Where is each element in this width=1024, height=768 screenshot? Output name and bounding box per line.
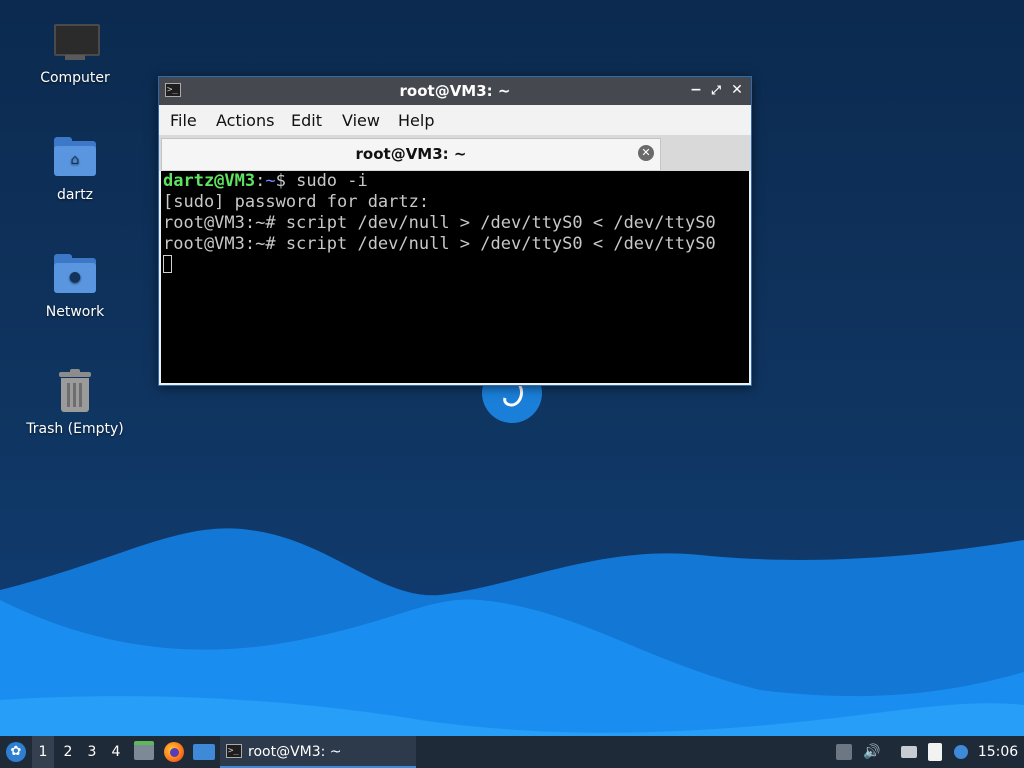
terminal-line: root@VM3:~# script /dev/null > /dev/ttyS…	[163, 213, 716, 233]
terminal-line: [sudo] password for dartz:	[163, 192, 430, 212]
taskbar-task-terminal[interactable]: >_ root@VM3: ~	[220, 736, 416, 768]
task-label: root@VM3: ~	[248, 744, 342, 760]
network-tray-button[interactable]	[897, 736, 921, 768]
menu-bar: File Actions Edit View Help	[159, 105, 751, 135]
volume-button[interactable]: 🔊	[860, 736, 884, 768]
volume-icon: 🔊	[863, 744, 881, 760]
tab-close-icon[interactable]: ✕	[638, 145, 654, 161]
menu-file[interactable]: File	[170, 111, 197, 130]
desktop-icon-trash[interactable]: Trash (Empty)	[20, 369, 130, 437]
distro-logo-icon: ✿	[6, 742, 26, 762]
clipboard-tray-button[interactable]	[924, 736, 948, 768]
terminal-output[interactable]: dartz@VM3:~$ sudo -i [sudo] password for…	[161, 171, 749, 383]
menu-actions[interactable]: Actions	[216, 111, 274, 130]
start-menu-button[interactable]: ✿	[4, 736, 28, 768]
network-folder-icon: ●	[51, 252, 99, 300]
computer-icon	[51, 18, 100, 66]
taskbar: ✿ 1 2 3 4 >_ root@VM3: ~ 🔊 15:06	[0, 736, 1024, 768]
desktop-icon-home-folder[interactable]: ⌂ dartz	[20, 135, 130, 203]
desktop-icon-label: Network	[45, 304, 105, 320]
desktop-icon-computer[interactable]: Computer	[20, 18, 130, 86]
maximize-button[interactable]: ⤢	[707, 81, 725, 99]
tab-label: root@VM3: ~	[355, 145, 467, 163]
trash-icon	[51, 369, 99, 417]
window-title: root@VM3: ~	[399, 82, 511, 100]
close-button[interactable]: ✕	[728, 81, 746, 99]
prompt-path: ~	[265, 171, 276, 191]
tab-terminal[interactable]: root@VM3: ~ ✕	[161, 138, 661, 170]
show-desktop-button[interactable]	[191, 736, 215, 768]
desktop-icon-network[interactable]: ● Network	[20, 252, 130, 320]
terminal-line: root@VM3:~# script /dev/null > /dev/ttyS…	[163, 234, 716, 254]
workspace-2-button[interactable]: 2	[57, 736, 79, 768]
prompt-user: dartz@VM3	[163, 171, 256, 191]
workspace-3-button[interactable]: 3	[81, 736, 103, 768]
home-folder-icon: ⌂	[51, 135, 99, 183]
prompt-separator: :	[255, 171, 266, 191]
menu-edit[interactable]: Edit	[291, 111, 322, 130]
desktop-icon-label: Computer	[40, 70, 110, 86]
desktop-icon-label: Trash (Empty)	[26, 421, 124, 437]
terminal-window[interactable]: >_ root@VM3: ~ − ⤢ ✕ File Actions Edit V…	[158, 76, 752, 386]
terminal-line: dartz@VM3:~$ sudo -i	[163, 171, 749, 192]
eject-icon	[836, 744, 852, 760]
window-titlebar[interactable]: >_ root@VM3: ~ − ⤢ ✕	[159, 77, 751, 105]
tab-bar: root@VM3: ~ ✕	[159, 135, 751, 171]
terminal-task-icon: >_	[226, 744, 242, 758]
menu-help[interactable]: Help	[398, 111, 434, 130]
workspace-4-button[interactable]: 4	[105, 736, 127, 768]
updates-tray-button[interactable]	[950, 736, 974, 768]
menu-view[interactable]: View	[342, 111, 380, 130]
firefox-launcher[interactable]	[162, 736, 186, 768]
firefox-icon	[164, 742, 184, 762]
workspace-1-button[interactable]: 1	[32, 736, 54, 768]
clipboard-icon	[928, 743, 942, 761]
file-manager-icon	[134, 741, 154, 760]
terminal-input-line[interactable]	[163, 255, 749, 276]
file-manager-launcher[interactable]	[132, 736, 156, 768]
clock[interactable]: 15:06	[976, 736, 1020, 768]
show-desktop-icon	[193, 744, 215, 760]
update-notifier-icon	[954, 745, 968, 759]
terminal-cursor	[163, 255, 172, 273]
tray-expand-button[interactable]	[832, 736, 856, 768]
prompt-command: $ sudo -i	[275, 171, 368, 191]
desktop-icon-label: dartz	[56, 187, 94, 203]
network-wired-icon	[901, 746, 917, 758]
minimize-button[interactable]: −	[687, 81, 705, 99]
